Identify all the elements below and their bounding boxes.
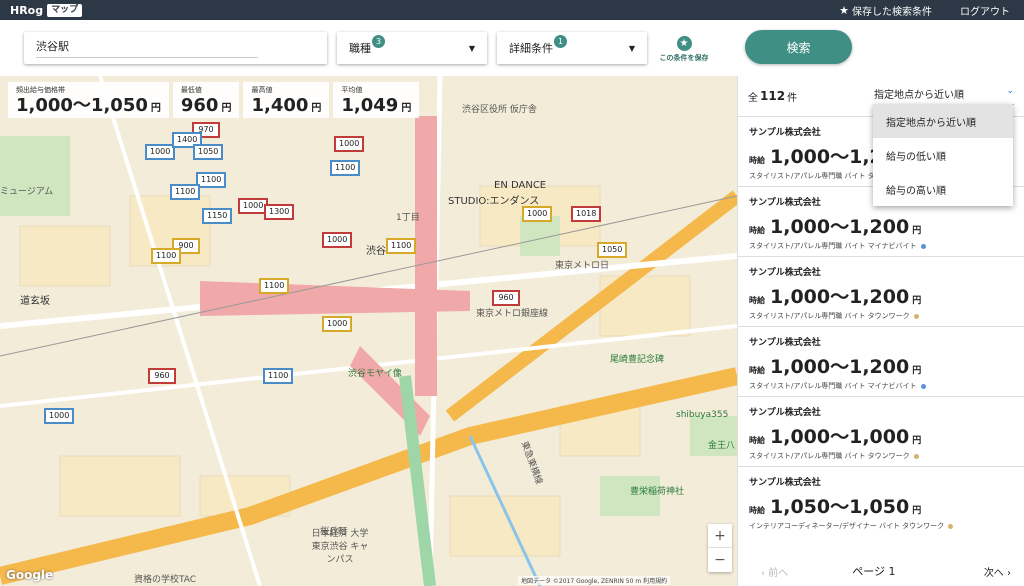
search-button[interactable]: 検索 (745, 30, 852, 64)
sort-option-low-wage[interactable]: 給与の低い順 (873, 138, 1013, 172)
caret-down-icon: ▼ (628, 43, 635, 53)
app-logo[interactable]: HRog マップ (10, 3, 83, 17)
logout-link[interactable]: ログアウト (960, 3, 1010, 18)
job-type-select[interactable]: 職種 3 ▼ (337, 32, 487, 64)
map-background (0, 76, 737, 586)
google-logo: Google (6, 568, 54, 582)
stat-frequent-range: 頻出給与価格帯 1,000〜1,050 円 (8, 82, 169, 118)
source-dot (913, 313, 919, 319)
map-label: EN DANCE (494, 180, 547, 191)
saved-searches-link[interactable]: ★ 保存した検索条件 (839, 3, 932, 18)
logo-badge: マップ (47, 3, 83, 17)
stat-average: 平均値 1,049 円 (333, 82, 420, 118)
detail-count-badge: 1 (554, 34, 567, 48)
map-pin[interactable]: 1300 (264, 204, 295, 220)
map-pin[interactable]: 1000 (44, 408, 75, 424)
map-pin[interactable]: 1000 (322, 316, 353, 332)
job-card[interactable]: サンプル株式会社 時給1,000〜1,200円 スタイリスト/アパレル専門職 バ… (738, 326, 1024, 396)
map-pin[interactable]: 1100 (263, 368, 294, 384)
sort-dropdown-menu: 指定地点から近い順 給与の低い順 給与の高い順 (873, 104, 1013, 206)
source-dot (920, 383, 926, 389)
detail-conditions-label: 詳細条件 (509, 42, 553, 55)
map-pin[interactable]: 1100 (170, 184, 201, 200)
map-attribution[interactable]: 地図データ ©2017 Google, ZENRIN 50 m 利用規約 (518, 576, 671, 585)
sort-select[interactable]: 指定地点から近い順 ⌄ (874, 86, 1014, 105)
stat-min: 最低値 960 円 (172, 82, 240, 118)
saved-searches-label: 保存した検索条件 (852, 6, 932, 18)
map-label: 渋谷 (366, 246, 386, 257)
map-pin[interactable]: 1050 (597, 242, 628, 258)
wage-stats: 頻出給与価格帯 1,000〜1,050 円 最低値 960 円 最高値 1,400 円… (8, 82, 423, 118)
source-dot (913, 453, 919, 459)
map-pin[interactable]: 1150 (202, 208, 233, 224)
sort-option-high-wage[interactable]: 給与の高い順 (873, 172, 1013, 206)
star-icon: ★ (839, 3, 849, 17)
source-dot (920, 243, 926, 249)
map-label: 東京メトロ日 (555, 261, 610, 271)
job-card[interactable]: サンプル株式会社 時給1,000〜1,200円 スタイリスト/アパレル専門職 バ… (738, 256, 1024, 326)
star-icon: ★ (676, 36, 692, 51)
map-label: 渋谷モヤイ像 (348, 369, 402, 379)
zoom-out-button[interactable]: − (708, 548, 732, 572)
map-label: 桜丘町 (320, 527, 348, 537)
map-pin[interactable]: 1000 (334, 136, 365, 152)
map-pin[interactable]: 960 (148, 368, 176, 384)
pagination: ‹ 前へ ページ 1 次へ › (738, 556, 1024, 586)
map-pin[interactable]: 1100 (196, 172, 227, 188)
map-pin[interactable]: 1100 (330, 160, 361, 176)
caret-down-icon: ▼ (468, 43, 475, 53)
map-pin[interactable]: 1000 (522, 206, 553, 222)
map-pin[interactable]: 1050 (193, 144, 224, 160)
map-label: 金王八 (708, 441, 736, 451)
next-page-button[interactable]: 次へ › (984, 564, 1011, 579)
job-type-count-badge: 3 (372, 34, 385, 48)
top-bar: HRog マップ ★ 保存した検索条件 ログアウト (0, 0, 1024, 20)
sort-selected: 指定地点から近い順 (874, 90, 964, 101)
map-pin[interactable]: 960 (492, 290, 520, 306)
prev-page-button[interactable]: ‹ 前へ (761, 564, 788, 579)
zoom-control: + − (708, 524, 732, 572)
map-label: STUDIO:エンダンス (448, 196, 540, 207)
map-pin[interactable]: 1100 (151, 248, 182, 264)
map-label: 豊栄稲荷神社 (630, 487, 685, 497)
save-condition-label: この条件を保存 (659, 54, 709, 62)
job-type-label: 職種 (349, 42, 371, 55)
source-dot (948, 523, 954, 529)
zoom-in-button[interactable]: + (708, 524, 732, 548)
map-label: 道玄坂 (20, 296, 50, 307)
map-label: 資格の学校TAC (134, 575, 197, 585)
detail-conditions-select[interactable]: 詳細条件 1 ▼ (497, 32, 647, 64)
map-pin[interactable]: 1100 (386, 238, 417, 254)
logo-text: HRog (10, 3, 44, 17)
map[interactable]: 頻出給与価格帯 1,000〜1,050 円 最低値 960 円 最高値 1,400 円… (0, 76, 737, 586)
save-condition-button[interactable]: ★ この条件を保存 (657, 36, 711, 63)
page-indicator: ページ 1 (852, 565, 896, 578)
location-input[interactable]: 渋谷駅 (24, 32, 327, 64)
search-bar: 渋谷駅 職種 3 ▼ 詳細条件 1 ▼ ★ この条件を保存 検索 (0, 20, 1024, 76)
map-label: 渋谷区役所 仮庁舎 (462, 105, 537, 115)
location-input-value: 渋谷駅 (36, 38, 258, 58)
map-pin[interactable]: 1000 (322, 232, 353, 248)
map-pin[interactable]: 1100 (259, 278, 290, 294)
chevron-down-icon: ⌄ (1006, 86, 1014, 96)
map-label: shibuya355 (676, 410, 729, 420)
stat-max: 最高値 1,400 円 (243, 82, 330, 118)
map-label: 尾崎豊記念碑 (610, 355, 665, 365)
map-label: 東京メトロ銀座線 (476, 309, 549, 319)
job-card[interactable]: サンプル株式会社 時給 1,000〜1,000 円 スタイリスト/アパレル専門職 バ… (738, 396, 1024, 466)
map-label: 1丁目 (396, 213, 420, 223)
sort-option-nearest[interactable]: 指定地点から近い順 (873, 104, 1013, 138)
map-pin[interactable]: 1000 (145, 144, 176, 160)
map-pin[interactable]: 1018 (571, 206, 602, 222)
map-label: ミュージアム (0, 187, 54, 197)
job-card[interactable]: サンプル株式会社 時給 1,050〜1,050 円 インテリアコーディネーター/デザ… (738, 466, 1024, 536)
